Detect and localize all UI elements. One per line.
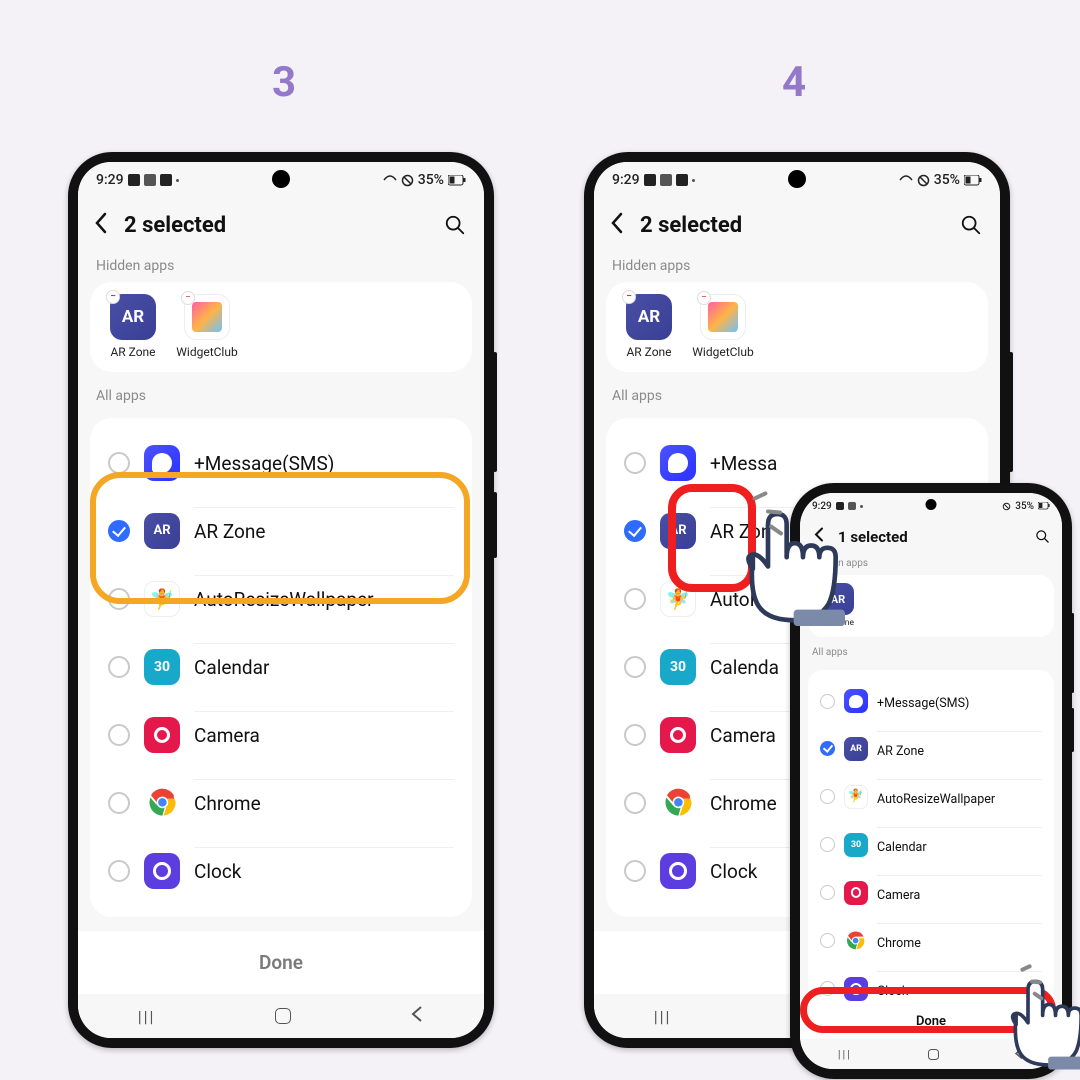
app-icon-autoresize: 🧚 xyxy=(844,785,868,809)
app-icon-calendar: 30 xyxy=(660,649,696,685)
app-icon-clock xyxy=(144,853,180,889)
hidden-app-widgetclub[interactable]: WidgetClub xyxy=(176,294,238,360)
app-name-label: +Messa xyxy=(710,452,777,475)
search-icon[interactable] xyxy=(960,214,982,236)
header-title: 1 selected xyxy=(838,528,1027,546)
section-all-apps: All apps xyxy=(808,643,1054,664)
app-name-label: Chrome xyxy=(877,936,921,951)
app-name-label: Calendar xyxy=(877,840,927,855)
search-icon[interactable] xyxy=(1035,529,1050,544)
app-name-label: Calenda xyxy=(710,656,779,679)
checkbox[interactable] xyxy=(624,792,646,814)
camera-cutout xyxy=(272,170,290,188)
app-icon-calendar: 30 xyxy=(144,649,180,685)
app-name-label: +Message(SMS) xyxy=(877,696,969,711)
back-button[interactable] xyxy=(606,212,628,238)
app-name-label: Clock xyxy=(194,860,241,883)
app-name-label: Camera xyxy=(194,724,260,747)
nav-recents[interactable]: ||| xyxy=(138,1007,156,1026)
checkbox[interactable] xyxy=(624,860,646,882)
app-row-autoresize[interactable]: 🧚 AutoResizeWallpaper xyxy=(816,773,1046,821)
checkbox[interactable] xyxy=(820,789,835,804)
app-icon-camera xyxy=(144,717,180,753)
camera-cutout xyxy=(926,499,937,510)
app-row-message[interactable]: +Message(SMS) xyxy=(816,678,1046,725)
hidden-app-ar-zone[interactable]: AR AR Zone xyxy=(102,294,164,360)
app-icon-clock xyxy=(660,853,696,889)
app-row-camera[interactable]: Camera xyxy=(816,869,1046,917)
app-icon-chrome xyxy=(144,785,180,821)
app-row-clock[interactable]: Clock xyxy=(102,837,460,905)
app-icon-message xyxy=(660,445,696,481)
checkbox[interactable] xyxy=(624,452,646,474)
checkbox[interactable] xyxy=(820,885,835,900)
section-all-apps: All apps xyxy=(90,382,472,412)
hidden-app-label: WidgetClub xyxy=(176,346,238,360)
checkbox[interactable] xyxy=(820,933,835,948)
hidden-app-ar-zone[interactable]: AR AR Zone xyxy=(618,294,680,360)
app-name-label: Chrome xyxy=(710,792,777,815)
app-icon-camera xyxy=(844,881,868,905)
search-icon[interactable] xyxy=(444,214,466,236)
app-icon-calendar: 30 xyxy=(844,833,868,857)
checkbox[interactable] xyxy=(820,837,835,852)
back-button[interactable] xyxy=(90,212,112,238)
app-icon-message xyxy=(844,689,868,713)
app-icon-chrome xyxy=(660,785,696,821)
status-battery: 35% xyxy=(1015,501,1034,512)
checkbox[interactable] xyxy=(108,452,130,474)
header-title: 2 selected xyxy=(124,213,432,238)
status-time: 9:29 xyxy=(96,172,124,188)
nav-recents[interactable]: ||| xyxy=(838,1048,852,1061)
app-row-chrome[interactable]: Chrome xyxy=(102,769,460,837)
section-hidden-apps: Hidden apps xyxy=(606,252,988,282)
app-row-camera[interactable]: Camera xyxy=(102,701,460,769)
app-name-label: AR Zone xyxy=(877,744,924,759)
app-name-label: Camera xyxy=(710,724,776,747)
checkbox[interactable] xyxy=(820,694,835,709)
app-row-calendar[interactable]: 30 Calendar xyxy=(102,633,460,701)
highlight-hidden-apps xyxy=(90,472,470,604)
checkbox[interactable] xyxy=(108,792,130,814)
step-number-4: 4 xyxy=(782,58,806,107)
hidden-app-widgetclub[interactable]: WidgetClub xyxy=(692,294,754,360)
checkbox-checked[interactable] xyxy=(624,520,646,542)
checkbox[interactable] xyxy=(624,588,646,610)
app-icon-ar: AR xyxy=(844,737,868,761)
app-row-calendar[interactable]: 30 Calendar xyxy=(816,821,1046,869)
app-name-label: Calendar xyxy=(194,656,269,679)
app-icon-camera xyxy=(660,717,696,753)
section-all-apps: All apps xyxy=(606,382,988,412)
app-row-ar-zone[interactable]: AR AR Zone xyxy=(816,725,1046,773)
nav-recents[interactable]: ||| xyxy=(654,1007,672,1026)
section-hidden-apps: Hidden apps xyxy=(90,252,472,282)
checkbox[interactable] xyxy=(624,724,646,746)
done-button[interactable]: Done xyxy=(78,931,484,994)
nav-back[interactable] xyxy=(410,1005,424,1027)
app-name-label: Chrome xyxy=(194,792,261,815)
checkbox[interactable] xyxy=(108,724,130,746)
app-name-label: AutoResizeWallpaper xyxy=(877,792,995,807)
status-battery: 35% xyxy=(418,172,444,188)
nav-home[interactable] xyxy=(928,1049,939,1060)
hidden-app-label: WidgetClub xyxy=(692,346,754,360)
app-name-label: Clock xyxy=(710,860,757,883)
header-title: 2 selected xyxy=(640,213,948,238)
hidden-app-label: AR Zone xyxy=(618,346,680,360)
checkbox-checked[interactable] xyxy=(820,741,835,756)
status-time: 9:29 xyxy=(612,172,640,188)
app-icon-chrome xyxy=(844,929,868,953)
checkbox[interactable] xyxy=(624,656,646,678)
nav-bar: ||| xyxy=(78,994,484,1038)
step-number-3: 3 xyxy=(272,58,296,107)
nav-home[interactable] xyxy=(275,1008,291,1024)
status-battery: 35% xyxy=(934,172,960,188)
hidden-app-label: AR Zone xyxy=(102,346,164,360)
app-row-chrome[interactable]: Chrome xyxy=(816,917,1046,965)
camera-cutout xyxy=(788,170,806,188)
app-name-label: Camera xyxy=(877,888,920,903)
checkbox[interactable] xyxy=(108,656,130,678)
checkbox[interactable] xyxy=(108,860,130,882)
tap-gesture-icon xyxy=(712,493,852,633)
